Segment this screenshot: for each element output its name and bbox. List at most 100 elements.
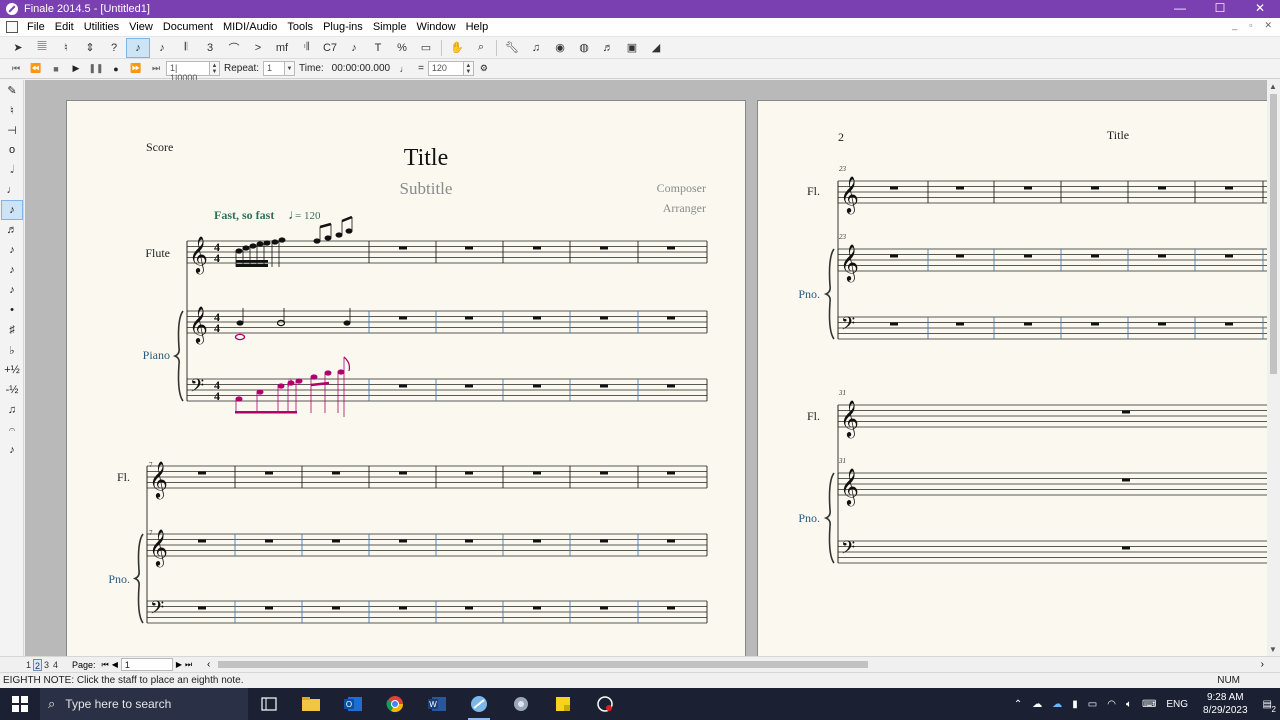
page-tab-3[interactable]: 3	[42, 659, 51, 671]
score-subtitle[interactable]: Subtitle	[400, 179, 453, 198]
menu-edit[interactable]: Edit	[50, 21, 79, 33]
text-tool-icon[interactable]: T	[366, 38, 390, 58]
repeat-tool-icon[interactable]: 𝄇	[294, 38, 318, 58]
battery-icon[interactable]: ▭	[1088, 699, 1097, 710]
menu-tools[interactable]: Tools	[282, 21, 318, 33]
sharp-icon[interactable]: ♯	[1, 320, 23, 340]
piano-label[interactable]: Piano	[143, 348, 170, 362]
previous-page-icon[interactable]: ◀	[112, 660, 118, 669]
p2-flute-label-1[interactable]: Fl.	[807, 184, 820, 198]
task-view-icon[interactable]	[248, 688, 290, 720]
vertical-scrollbar[interactable]: ▲ ▼	[1267, 80, 1280, 656]
whole-note-icon[interactable]: o	[1, 140, 23, 160]
chevron-up-icon[interactable]: ⌃	[1014, 699, 1022, 710]
flute-short-label[interactable]: Fl.	[117, 470, 130, 484]
tempo-field[interactable]: 120	[427, 61, 464, 76]
menu-document[interactable]: Document	[158, 21, 218, 33]
vertical-scroll-thumb[interactable]	[1270, 94, 1277, 374]
rest-icon[interactable]: ⊣	[1, 120, 23, 140]
hyperscribe-tool-icon[interactable]: ?	[102, 38, 126, 58]
page-layout-tool-icon[interactable]: ▭	[414, 38, 438, 58]
scroll-left-icon[interactable]: ‹	[207, 659, 210, 670]
page-number-field[interactable]: 1	[120, 658, 173, 671]
sixty-fourth-note-icon[interactable]: ♪	[1, 260, 23, 280]
score-page-2[interactable]: 2 Title 23 Fl. 23 Pno. 31 Fl. 31 Pno. 𝄞 𝄞…	[757, 100, 1267, 656]
p2-piano-label-1[interactable]: Pno.	[798, 287, 820, 301]
score-page-1[interactable]: Score Title Subtitle Composer Arranger F…	[66, 100, 746, 656]
last-page-icon[interactable]: ⏭	[185, 660, 192, 670]
tempo-beat-icon[interactable]: ♩	[394, 60, 414, 78]
speedy-entry-tool-icon[interactable]: ⇕	[78, 38, 102, 58]
piano-short-label[interactable]: Pno.	[108, 572, 130, 586]
horizontal-scroll-thumb[interactable]	[218, 661, 868, 668]
chord-tool-icon[interactable]: C7	[318, 38, 342, 58]
pencil-icon[interactable]: ✎	[1, 80, 23, 100]
menu-window[interactable]: Window	[411, 21, 460, 33]
simple-entry-tool-icon[interactable]: ♮	[54, 38, 78, 58]
staff-tool-icon[interactable]: 𝄚	[30, 38, 54, 58]
document-icon[interactable]	[6, 21, 18, 33]
taskbar-search-box[interactable]: ⌕ Type here to search	[40, 688, 248, 720]
half-step-down-icon[interactable]: -½	[1, 380, 23, 400]
notification-icon[interactable]: ▤ 2	[1263, 699, 1276, 714]
scroll-up-icon[interactable]: ▲	[1269, 82, 1277, 91]
wrench-tool-icon[interactable]: 🔧︎	[500, 38, 524, 58]
tuplet-tool-icon[interactable]: 3	[198, 38, 222, 58]
resize-tool-icon[interactable]: %	[390, 38, 414, 58]
ossia-tool-icon[interactable]: ◢	[644, 38, 668, 58]
wifi-icon[interactable]: ◠	[1107, 699, 1116, 710]
hundred-twenty-eighth-note-icon[interactable]: ♪	[1, 280, 23, 300]
midi-tool-icon[interactable]: ♫	[524, 38, 548, 58]
rewind-to-start-icon[interactable]: ⏮	[6, 60, 26, 78]
chrome-icon[interactable]	[374, 688, 416, 720]
sticky-notes-icon[interactable]	[542, 688, 584, 720]
p2-flute-label-2[interactable]: Fl.	[807, 409, 820, 423]
next-page-icon[interactable]: ▶	[176, 660, 182, 669]
menu-view[interactable]: View	[124, 21, 158, 33]
tempo-value[interactable]: = 120	[295, 210, 321, 222]
onedrive-icon[interactable]: ☁	[1032, 699, 1042, 710]
rewind-icon[interactable]: ⏪	[26, 60, 46, 78]
position-spinner[interactable]: ▲ ▼	[210, 61, 220, 76]
maximize-button[interactable]: ☐	[1200, 0, 1240, 18]
tie-icon[interactable]: ♮	[1, 100, 23, 120]
outlook-icon[interactable]: O	[332, 688, 374, 720]
score-title[interactable]: Title	[404, 145, 448, 171]
dot-icon[interactable]: •	[1, 300, 23, 320]
expression-tool-icon[interactable]: mf	[270, 38, 294, 58]
grace-note-icon[interactable]: 𝄐	[1, 420, 23, 440]
lyrics-tool-icon[interactable]: ♪	[342, 38, 366, 58]
hand-grabber-tool-icon[interactable]: ✋	[445, 38, 469, 58]
score-composer[interactable]: Composer	[657, 181, 706, 195]
eighth-note-tool-icon[interactable]: ♪	[126, 37, 150, 58]
half-note-icon[interactable]: 𝅗𝅥	[1, 160, 23, 180]
score-arranger[interactable]: Arranger	[663, 201, 706, 215]
half-step-up-icon[interactable]: +½	[1, 360, 23, 380]
finale-icon[interactable]	[458, 688, 500, 720]
flat-icon[interactable]: ♭	[1, 340, 23, 360]
page-1-notes[interactable]: ♯	[234, 215, 353, 417]
file-explorer-icon[interactable]	[290, 688, 332, 720]
zoom-tool-icon[interactable]: ⌕	[469, 38, 493, 58]
cue-note-icon[interactable]: ♪	[1, 440, 23, 460]
repeat-field[interactable]: 1	[263, 61, 286, 76]
menu-help[interactable]: Help	[461, 21, 494, 33]
page-2-staves[interactable]: 𝄞 𝄞 𝄢 𝄞 𝄞 𝄢	[823, 175, 1267, 564]
language-indicator[interactable]: ENG	[1166, 699, 1188, 710]
scroll-right-icon[interactable]: ›	[1261, 659, 1264, 670]
menu-utilities[interactable]: Utilities	[79, 21, 124, 33]
windows-start-icon[interactable]	[0, 688, 40, 720]
special-tools-icon[interactable]: ◉	[548, 38, 572, 58]
sixteenth-note-icon[interactable]: ♬	[1, 220, 23, 240]
keyboard-icon[interactable]: ⌨	[1142, 699, 1156, 710]
close-button[interactable]: ✕	[1240, 0, 1280, 18]
p2-piano-label-2[interactable]: Pno.	[798, 511, 820, 525]
slur-tool-icon[interactable]: ⌒	[222, 38, 246, 58]
page-2-title[interactable]: Title	[1107, 128, 1129, 142]
menu-midi-audio[interactable]: MIDI/Audio	[218, 21, 282, 33]
recorder-icon[interactable]	[584, 688, 626, 720]
tuplet-icon[interactable]: ♫	[1, 400, 23, 420]
onedrive-blue-icon[interactable]: ☁	[1052, 699, 1062, 710]
selection-tool-icon[interactable]: ➤	[6, 38, 30, 58]
thirty-second-note-icon[interactable]: ♪	[1, 240, 23, 260]
